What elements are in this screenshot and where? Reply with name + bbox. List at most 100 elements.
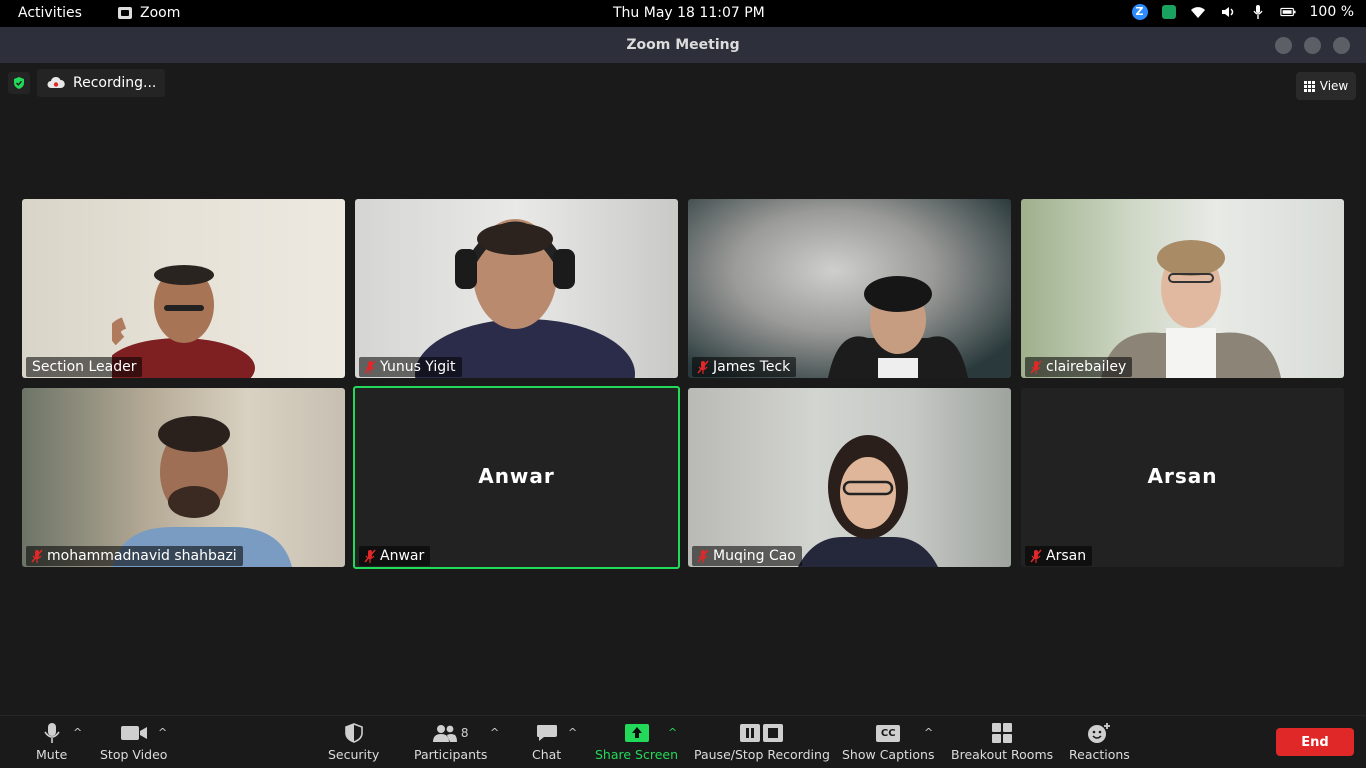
system-top-bar: Activities Zoom Thu May 18 11:07 PM Z 10… — [0, 0, 1366, 27]
video-tile-section-leader[interactable]: Section Leader — [22, 199, 345, 378]
chat-button[interactable]: Chat — [532, 722, 561, 762]
participant-name: Yunus Yigit — [380, 359, 456, 375]
maximize-button[interactable] — [1304, 37, 1321, 54]
pause-stop-recording-label: Pause/Stop Recording — [694, 747, 830, 762]
volume-icon[interactable] — [1220, 5, 1236, 19]
participants-options-chevron-up-icon[interactable]: ^ — [490, 726, 499, 739]
video-tile-clairebailey[interactable]: clairebailey — [1021, 199, 1344, 378]
mute-button[interactable]: Mute — [36, 722, 67, 762]
wifi-icon[interactable] — [1190, 5, 1206, 19]
participant-name-tag: Anwar — [359, 546, 431, 566]
app-name-label: Zoom — [140, 5, 181, 21]
muted-mic-icon — [1030, 360, 1042, 374]
muted-mic-icon — [364, 549, 376, 563]
captions-options-chevron-up-icon[interactable]: ^ — [924, 726, 933, 739]
video-tile-james-teck[interactable]: James Teck — [688, 199, 1011, 378]
participant-name: mohammadnavid shahbazi — [47, 548, 237, 564]
microphone-icon[interactable] — [1250, 5, 1266, 19]
muted-mic-icon — [697, 360, 709, 374]
participant-avatar-name: Anwar — [478, 464, 555, 488]
participant-name: Anwar — [380, 548, 425, 564]
green-app-tray-icon[interactable] — [1161, 5, 1176, 19]
muted-mic-icon — [1030, 549, 1042, 563]
shield-icon — [344, 723, 363, 743]
video-tile-anwar[interactable]: Anwar Anwar — [353, 386, 680, 569]
minimize-button[interactable] — [1275, 37, 1292, 54]
participant-video — [112, 416, 292, 567]
reactions-button[interactable]: Reactions — [1069, 722, 1130, 762]
encryption-shield-icon[interactable] — [8, 72, 30, 94]
participants-icon — [432, 725, 457, 742]
zoom-tray-icon[interactable]: Z — [1131, 4, 1148, 20]
security-button[interactable]: Security — [328, 722, 379, 762]
grid-view-icon — [1303, 80, 1315, 92]
mute-label: Mute — [36, 747, 68, 762]
share-screen-button[interactable]: Share Screen — [595, 722, 678, 762]
participants-button[interactable]: 8 Participants — [414, 722, 487, 762]
muted-mic-icon — [31, 549, 43, 563]
reactions-smiley-icon — [1088, 723, 1111, 743]
participant-name-tag: James Teck — [692, 357, 797, 377]
video-camera-icon — [120, 726, 147, 740]
breakout-rooms-icon — [992, 723, 1013, 743]
stop-icon — [763, 724, 784, 742]
chat-label: Chat — [532, 747, 562, 762]
breakout-rooms-button[interactable]: Breakout Rooms — [951, 722, 1053, 762]
close-button[interactable] — [1333, 37, 1350, 54]
participant-name-tag: mohammadnavid shahbazi — [26, 546, 243, 566]
participant-video — [828, 276, 968, 378]
security-label: Security — [328, 747, 380, 762]
pause-stop-recording-button[interactable]: Pause/Stop Recording — [694, 722, 830, 762]
video-options-chevron-up-icon[interactable]: ^ — [158, 726, 167, 739]
cloud-recording-icon — [47, 76, 65, 88]
chat-options-chevron-up-icon[interactable]: ^ — [568, 726, 577, 739]
participant-video — [1101, 240, 1281, 378]
show-captions-label: Show Captions — [842, 747, 935, 762]
battery-icon[interactable] — [1279, 5, 1296, 19]
meeting-toolbar: Mute ^ Stop Video ^ Security 8 Participa… — [0, 715, 1366, 768]
share-options-chevron-up-icon[interactable]: ^ — [668, 726, 677, 739]
captions-icon: CC — [876, 724, 901, 742]
window-title: Zoom Meeting — [626, 37, 740, 53]
participant-name-tag: Muqing Cao — [692, 546, 802, 566]
participant-name-tag: Section Leader — [26, 357, 143, 377]
battery-percent: 100 % — [1309, 4, 1354, 20]
microphone-icon — [44, 723, 60, 743]
show-captions-button[interactable]: CC Show Captions — [842, 722, 934, 762]
participant-name-tag: clairebailey — [1025, 357, 1133, 377]
participant-name: Arsan — [1046, 548, 1087, 564]
end-meeting-button[interactable]: End — [1276, 728, 1354, 756]
window-title-bar[interactable]: Zoom Meeting — [0, 27, 1366, 63]
breakout-rooms-label: Breakout Rooms — [951, 747, 1054, 762]
participant-name: Muqing Cao — [713, 548, 796, 564]
participant-video — [798, 435, 938, 567]
system-tray[interactable]: Z 100 % — [1131, 4, 1354, 20]
pause-icon — [740, 724, 761, 742]
view-label: View — [1319, 79, 1349, 93]
reactions-label: Reactions — [1069, 747, 1130, 762]
app-menu[interactable]: Zoom — [118, 5, 180, 21]
clock[interactable]: Thu May 18 11:07 PM — [613, 5, 765, 21]
video-tile-yunus-yigit[interactable]: Yunus Yigit — [355, 199, 678, 378]
participants-count-badge: 8 — [460, 726, 469, 740]
participant-avatar-name: Arsan — [1147, 464, 1218, 488]
participant-name-tag: Yunus Yigit — [359, 357, 462, 377]
recording-indicator[interactable]: Recording... — [37, 69, 165, 97]
participant-name: James Teck — [713, 359, 791, 375]
window-controls — [1275, 37, 1350, 54]
recording-label: Recording... — [73, 75, 157, 91]
activities-button[interactable]: Activities — [18, 5, 82, 21]
video-tile-arsan[interactable]: Arsan Arsan — [1021, 388, 1344, 567]
participants-label: Participants — [414, 747, 488, 762]
muted-mic-icon — [697, 549, 709, 563]
audio-options-chevron-up-icon[interactable]: ^ — [73, 726, 82, 739]
share-screen-icon — [624, 724, 649, 742]
participant-name: clairebailey — [1046, 359, 1127, 375]
zoom-camera-icon — [118, 7, 132, 19]
participant-video — [415, 219, 635, 378]
view-button[interactable]: View — [1296, 72, 1356, 100]
video-tile-mohammadnavid-shahbazi[interactable]: mohammadnavid shahbazi — [22, 388, 345, 567]
participant-name: Section Leader — [32, 359, 137, 375]
video-tile-muqing-cao[interactable]: Muqing Cao — [688, 388, 1011, 567]
participant-name-tag: Arsan — [1025, 546, 1093, 566]
